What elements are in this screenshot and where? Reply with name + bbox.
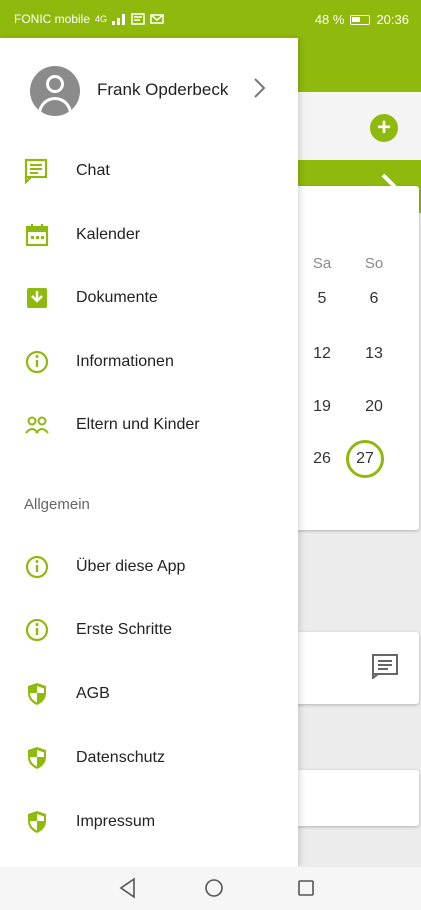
- menu-label: Erste Schritte: [76, 621, 173, 638]
- calendar-day[interactable]: 12: [302, 345, 342, 363]
- menu-item-erste-schritte[interactable]: Erste Schritte: [0, 607, 298, 653]
- document-download-icon: [27, 288, 47, 308]
- avatar: [30, 66, 80, 116]
- menu-item-chat[interactable]: Chat: [0, 148, 298, 194]
- menu-item-eltern-und-kinder[interactable]: Eltern und Kinder: [0, 402, 298, 448]
- calendar-day[interactable]: 5: [302, 290, 342, 308]
- calendar-day[interactable]: 19: [302, 398, 342, 416]
- info-icon: [25, 555, 49, 579]
- mail-icon: [150, 14, 164, 24]
- menu-label: Über diese App: [76, 558, 186, 575]
- network-label: 4G: [95, 14, 108, 24]
- recents-icon[interactable]: [296, 877, 316, 899]
- battery-percent: 48 %: [314, 12, 345, 27]
- menu-item-dokumente[interactable]: Dokumente: [0, 275, 298, 321]
- message-icon: [131, 13, 145, 25]
- menu-label: Kalender: [76, 226, 141, 243]
- chat-icon[interactable]: [371, 653, 399, 679]
- menu-label: Dokumente: [76, 289, 158, 306]
- calendar-icon: [25, 224, 49, 247]
- menu-label: Datenschutz: [76, 749, 165, 766]
- menu-label: Eltern und Kinder: [76, 416, 200, 433]
- system-nav-bar: [0, 867, 421, 910]
- info-icon: [25, 618, 49, 642]
- people-icon: [25, 416, 49, 434]
- menu-item-informationen[interactable]: Informationen: [0, 339, 298, 385]
- calendar-day[interactable]: 20: [354, 398, 394, 416]
- weekday-label: So: [364, 255, 384, 272]
- calendar-day[interactable]: 26: [302, 450, 342, 468]
- carrier-label: FONIC mobile: [14, 12, 91, 26]
- calendar-day[interactable]: 6: [354, 290, 394, 308]
- menu-item-agb[interactable]: AGB: [0, 671, 298, 717]
- navigation-drawer: Frank Opderbeck Chat Kalender Dokumente …: [0, 38, 298, 867]
- weekday-label: Sa: [312, 255, 332, 272]
- menu-item-ueber-diese-app[interactable]: Über diese App: [0, 544, 298, 590]
- menu-item-kalender[interactable]: Kalender: [0, 212, 298, 258]
- shield-icon: [28, 683, 46, 705]
- menu-label: AGB: [76, 685, 110, 702]
- add-button[interactable]: +: [370, 114, 398, 142]
- chevron-right-icon: [254, 78, 266, 98]
- status-bar: FONIC mobile 4G 48 % 20:36: [0, 0, 421, 38]
- menu-label: Chat: [76, 162, 110, 179]
- signal-icon: [112, 14, 126, 25]
- menu-label: Impressum: [76, 813, 156, 830]
- battery-icon: [350, 14, 371, 25]
- menu-item-impressum[interactable]: Impressum: [0, 799, 298, 845]
- info-icon: [25, 350, 49, 374]
- calendar-day-today[interactable]: 27: [345, 450, 385, 468]
- shield-icon: [28, 747, 46, 769]
- profile-name: Frank Opderbeck: [97, 80, 229, 99]
- shield-icon: [28, 811, 46, 833]
- home-icon[interactable]: [203, 877, 225, 899]
- chat-icon: [24, 158, 48, 184]
- back-icon[interactable]: [118, 877, 138, 899]
- menu-item-datenschutz[interactable]: Datenschutz: [0, 735, 298, 781]
- profile-row[interactable]: Frank Opderbeck: [0, 38, 298, 138]
- section-header-general: Allgemein: [24, 496, 90, 513]
- clock: 20:36: [376, 12, 409, 27]
- menu-label: Informationen: [76, 353, 174, 370]
- calendar-day[interactable]: 13: [354, 345, 394, 363]
